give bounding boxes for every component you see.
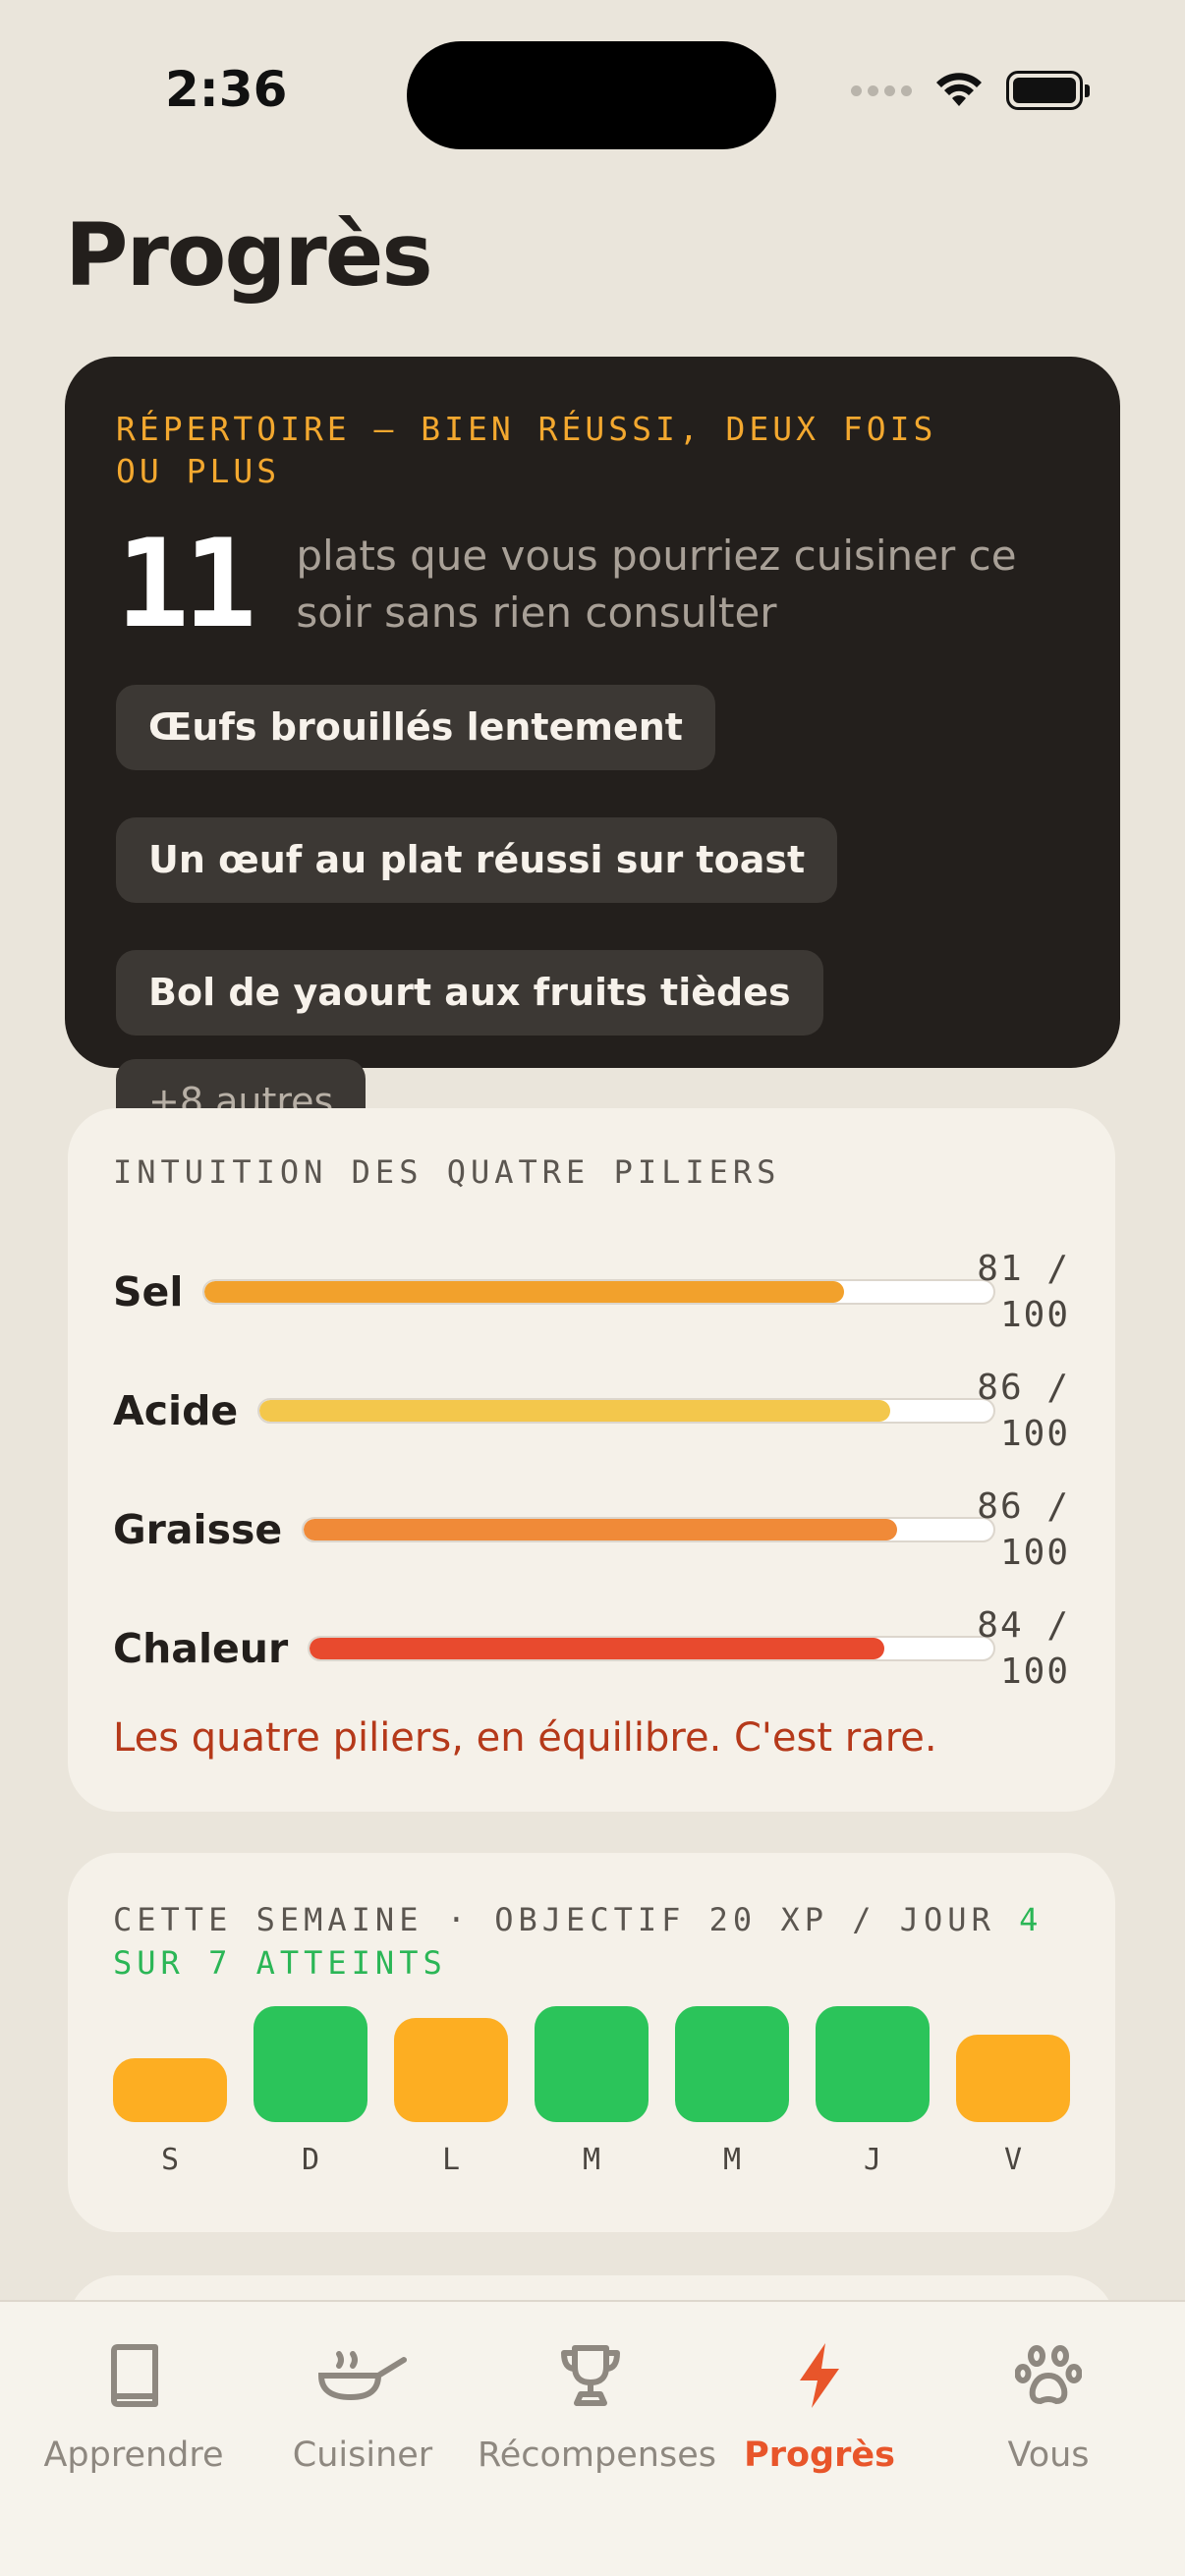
week-day-bar	[816, 2006, 930, 2122]
week-card: CETTE SEMAINE · OBJECTIF 20 XP / JOUR 4 …	[68, 1853, 1115, 2232]
status-time: 2:36	[165, 61, 288, 118]
pillar-score: 86 / 100	[977, 1486, 1070, 1573]
tab-label: Cuisiner	[292, 2436, 433, 2475]
week-bars: SDLMMJV	[113, 2006, 1070, 2177]
pillar-track	[308, 1636, 995, 1661]
dish-chip[interactable]: Un œuf au plat réussi sur toast	[116, 817, 838, 903]
pillar-fill	[304, 1519, 897, 1540]
pillar-row-graisse: Graisse 86 / 100	[113, 1485, 1070, 1574]
repertoire-card: RÉPERTOIRE — BIEN RÉUSSI, DEUX FOIS OU P…	[65, 357, 1120, 1145]
pillar-name: Graisse	[113, 1506, 283, 1553]
pillars-label: INTUITION DES QUATRE PILIERS	[113, 1153, 781, 1191]
week-day-bar	[113, 2058, 227, 2122]
pillar-score: 81 / 100	[977, 1249, 1070, 1335]
tab-label: Vous	[1007, 2436, 1090, 2475]
pillar-track	[202, 1279, 995, 1305]
book-icon	[111, 2344, 158, 2407]
pillar-track	[302, 1517, 995, 1542]
paw-icon	[1015, 2345, 1082, 2405]
tab-label: Progrès	[744, 2436, 895, 2475]
dish-chip[interactable]: Œufs brouillés lentement	[116, 685, 715, 770]
tab-cuisiner[interactable]: Cuisiner	[250, 2337, 476, 2475]
pillar-name: Chaleur	[113, 1625, 289, 1672]
repertoire-description: plats que vous pourriez cuisiner ce soir…	[296, 532, 1017, 637]
week-day-label: M	[722, 2143, 742, 2177]
wifi-icon	[936, 73, 982, 106]
pillar-score: 86 / 100	[977, 1368, 1070, 1454]
week-day-bar	[394, 2018, 508, 2122]
pan-icon	[317, 2351, 407, 2401]
repertoire-label: RÉPERTOIRE — BIEN RÉUSSI, DEUX FOIS OU P…	[116, 410, 937, 490]
pillar-row-sel: Sel 81 / 100	[113, 1248, 1070, 1336]
dynamic-island	[407, 41, 776, 149]
pillar-fill	[204, 1281, 844, 1303]
tab-recompenses[interactable]: Récompenses	[478, 2337, 716, 2475]
tab-label: Apprendre	[43, 2436, 224, 2475]
tab-bar: Apprendre Cuisiner Récompenses Progrès V…	[0, 2300, 1185, 2576]
week-day-label: M	[582, 2143, 601, 2177]
tab-label: Récompenses	[478, 2436, 716, 2475]
status-indicators	[851, 71, 1090, 110]
week-day-label: J	[863, 2143, 882, 2177]
pillar-score: 84 / 100	[977, 1605, 1070, 1692]
dish-chip[interactable]: Bol de yaourt aux fruits tièdes	[116, 950, 823, 1036]
cellular-signal-icon	[851, 84, 912, 96]
pillar-name: Sel	[113, 1268, 184, 1316]
pillar-name: Acide	[113, 1387, 239, 1434]
page-title: Progrès	[65, 204, 433, 306]
week-day-label: V	[1003, 2143, 1023, 2177]
week-day-bar	[254, 2006, 367, 2122]
pillar-fill	[310, 1638, 884, 1659]
tab-progres[interactable]: Progrès	[706, 2337, 932, 2475]
pillar-row-chaleur: Chaleur 84 / 100	[113, 1604, 1070, 1693]
pillar-fill	[259, 1400, 891, 1422]
pillar-track	[257, 1398, 995, 1424]
week-goal-text: CETTE SEMAINE · OBJECTIF 20 XP / JOUR	[113, 1901, 995, 1938]
week-day-bar	[956, 2035, 1070, 2122]
dish-chips: Œufs brouillés lentement Un œuf au plat …	[116, 685, 1040, 1145]
trophy-icon	[561, 2345, 620, 2406]
week-day-label: D	[301, 2143, 320, 2177]
bolt-icon	[800, 2343, 839, 2408]
week-label: CETTE SEMAINE · OBJECTIF 20 XP / JOUR 4 …	[113, 1898, 1070, 1985]
week-day-label: S	[160, 2143, 180, 2177]
repertoire-count: 11	[116, 514, 256, 655]
pillars-note: Les quatre piliers, en équilibre. C'est …	[113, 1715, 937, 1761]
battery-icon	[1006, 71, 1090, 110]
tab-vous[interactable]: Vous	[935, 2337, 1161, 2475]
week-day-label: L	[441, 2143, 461, 2177]
tab-apprendre[interactable]: Apprendre	[21, 2337, 247, 2475]
pillar-row-acide: Acide 86 / 100	[113, 1367, 1070, 1455]
pillars-card: INTUITION DES QUATRE PILIERS Sel 81 / 10…	[68, 1108, 1115, 1812]
week-day-bar	[675, 2006, 789, 2122]
week-day-bar	[535, 2006, 649, 2122]
